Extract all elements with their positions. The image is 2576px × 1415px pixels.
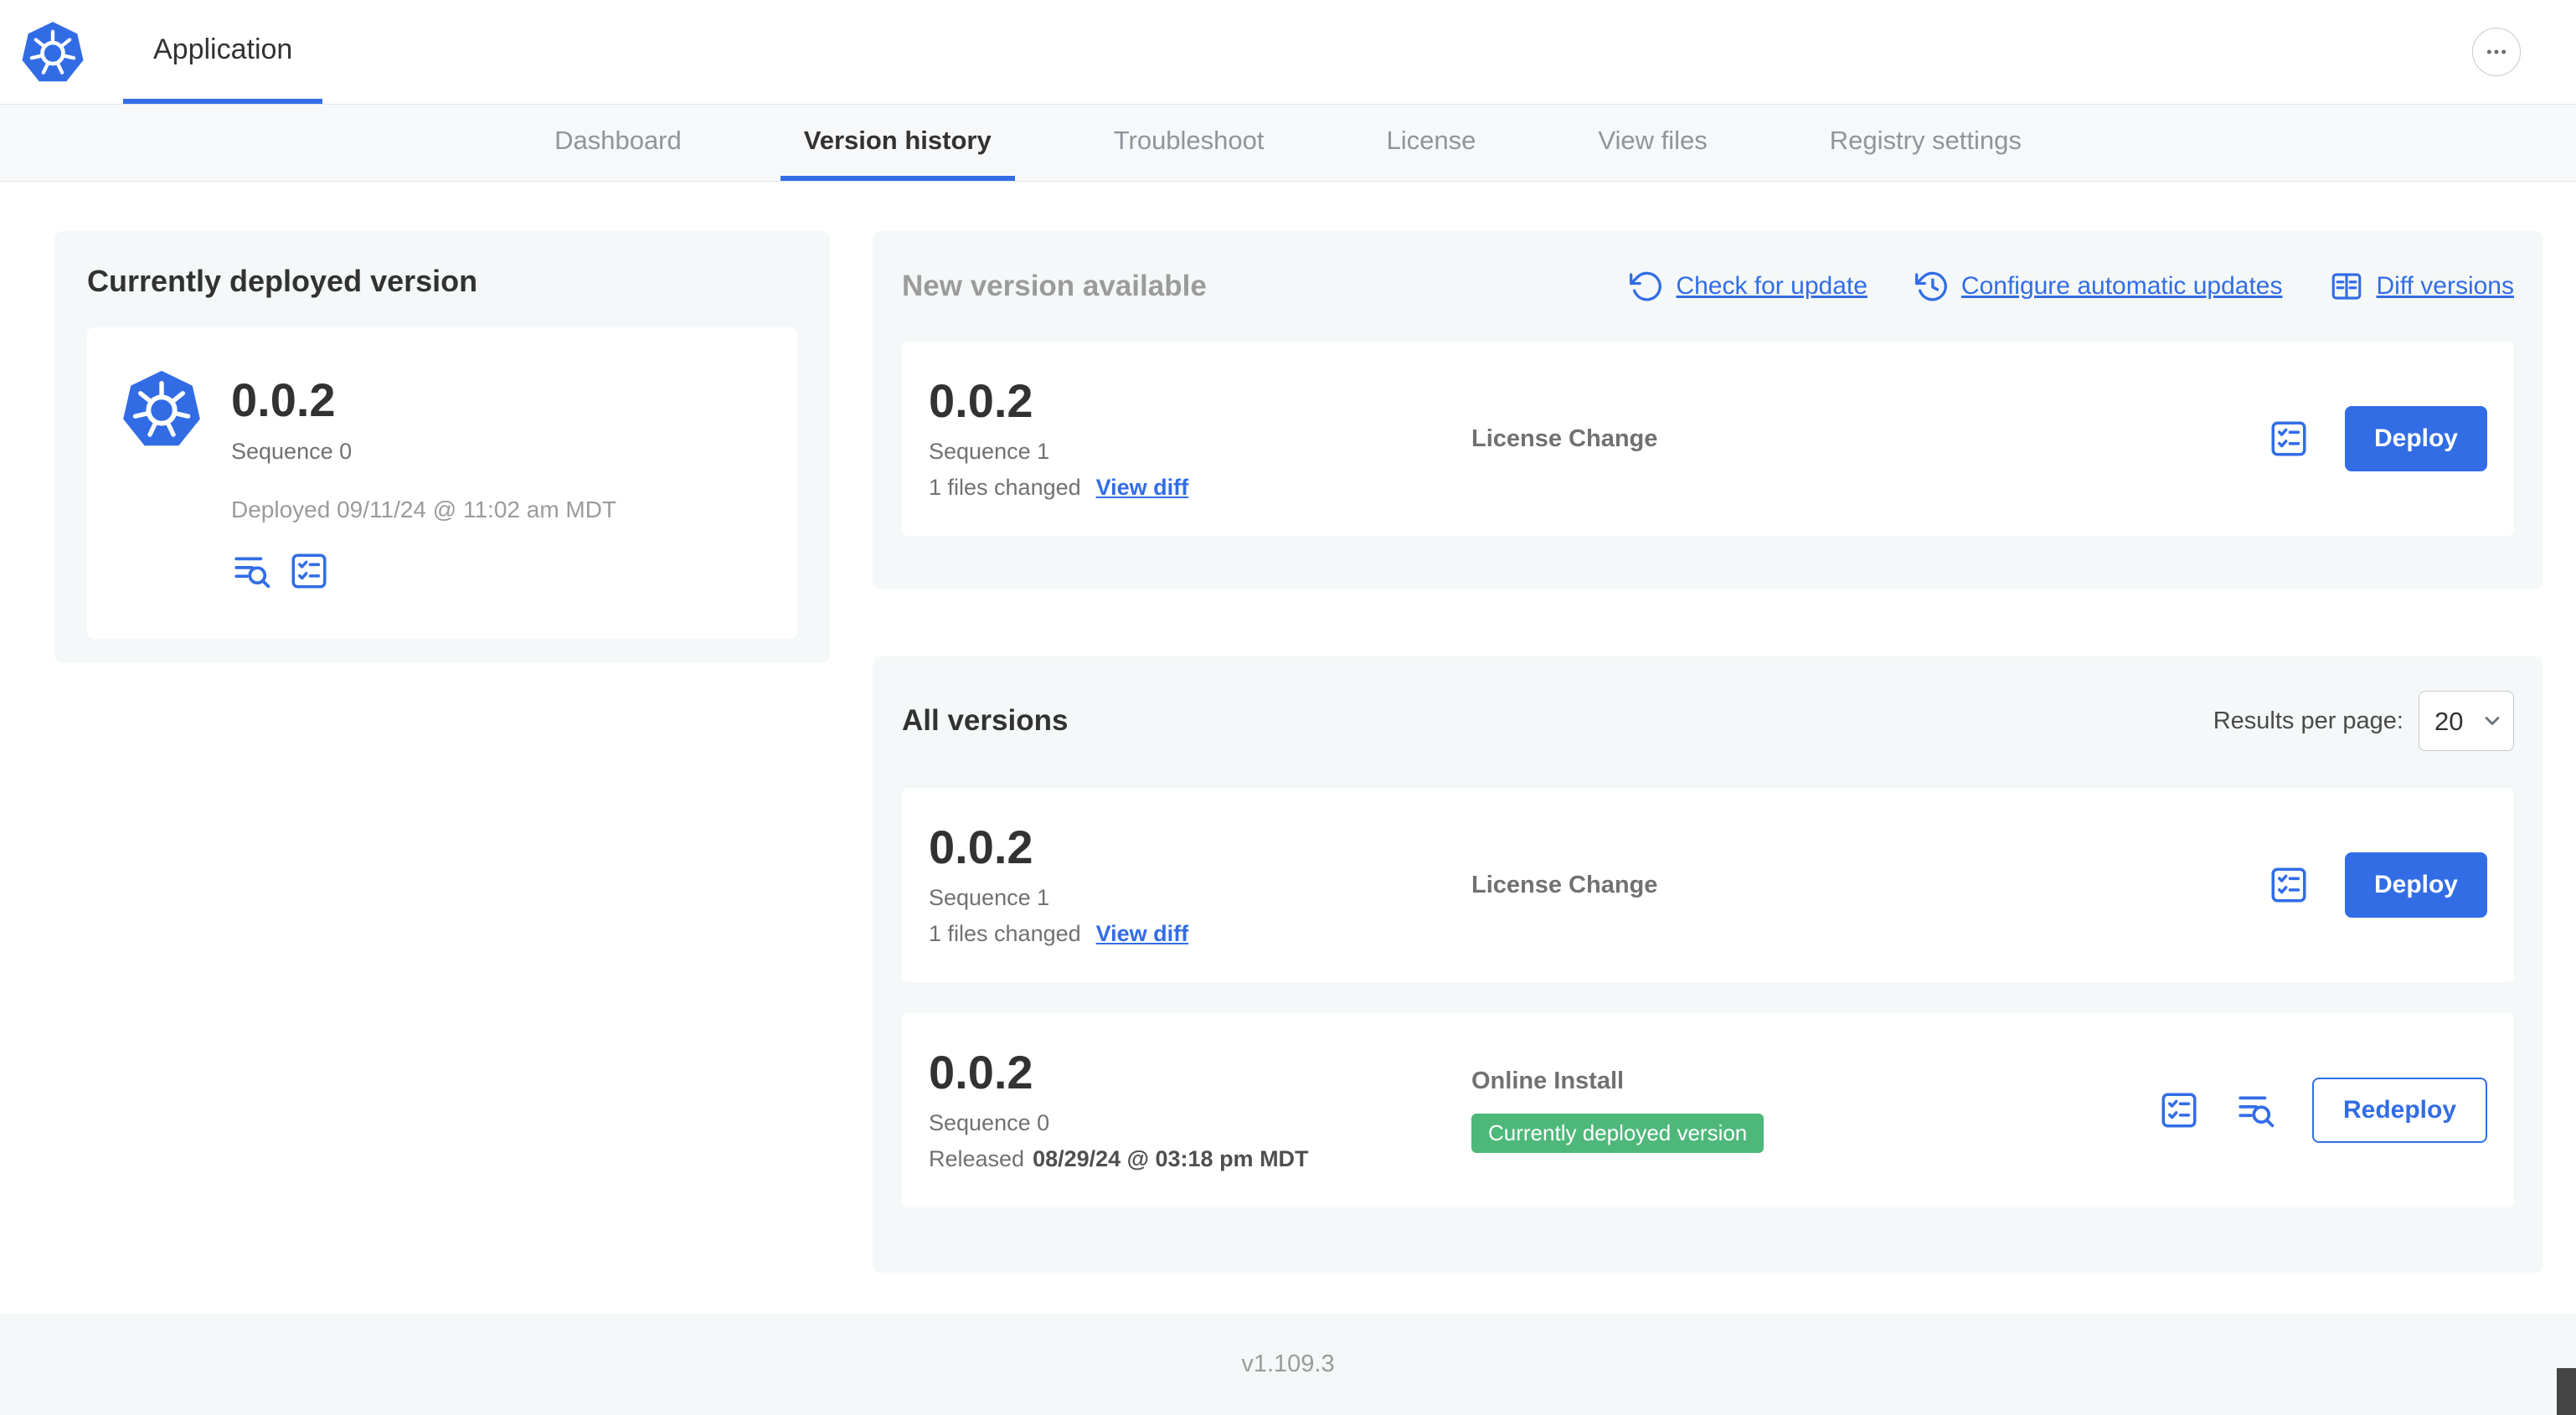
footer: v1.109.3 [0, 1314, 2576, 1415]
clock-refresh-icon [1914, 271, 1947, 301]
version-sequence: Sequence 1 [929, 885, 1050, 911]
version-number: 0.0.2 [929, 820, 1033, 873]
more-menu-button[interactable] [2472, 28, 2521, 76]
all-versions-card: All versions Results per page: 20 0.0.2 … [873, 656, 2543, 1273]
released-date: 08/29/24 @ 03:18 pm MDT [1033, 1146, 1309, 1172]
version-list: 0.0.2 Sequence 1 1 files changed View di… [902, 788, 2514, 1207]
nav-tab-version-history[interactable]: Version history [780, 105, 1015, 181]
preflight-checks-icon[interactable] [2268, 418, 2310, 460]
nav-tab-registry-settings[interactable]: Registry settings [1806, 105, 2045, 181]
version-source: License Change [1471, 425, 2268, 453]
main-content: Currently deployed version 0.0.2 Sequenc… [0, 182, 2576, 1314]
app-nav: Dashboard Version history Troubleshoot L… [0, 105, 2576, 182]
results-per-page-select[interactable]: 20 [2419, 691, 2514, 751]
files-changed-label: 1 files changed [929, 475, 1081, 501]
preflight-checks-icon[interactable] [288, 550, 330, 592]
nav-tab-troubleshoot[interactable]: Troubleshoot [1090, 105, 1288, 181]
all-versions-title: All versions [902, 704, 1069, 737]
source-label: License Change [1471, 871, 1658, 898]
refresh-icon [1630, 271, 1662, 301]
kubernetes-logo-icon [20, 19, 85, 85]
nav-tab-view-files[interactable]: View files [1574, 105, 1730, 181]
version-actions: Deploy [2268, 406, 2487, 471]
currently-deployed-badge: Currently deployed version [1471, 1114, 1765, 1153]
all-versions-header: All versions Results per page: 20 [902, 691, 2514, 751]
version-actions: Redeploy [2158, 1078, 2487, 1143]
files-changed-label: 1 files changed [929, 921, 1081, 947]
deploy-button[interactable]: Deploy [2344, 852, 2487, 918]
deployed-version-details: 0.0.2 Sequence 0 Deployed 09/11/24 @ 11:… [231, 368, 616, 599]
tab-application[interactable]: Application [123, 0, 323, 104]
app-tab-label: Application [153, 33, 293, 65]
release-notes-icon[interactable] [2235, 1089, 2277, 1131]
diff-versions-link[interactable]: Diff versions [2329, 269, 2514, 304]
version-source: License Change [1471, 872, 2268, 899]
nav-tab-license[interactable]: License [1363, 105, 1500, 181]
deployed-sequence: Sequence 0 [231, 438, 353, 464]
top-bar: Application [0, 0, 2576, 105]
preflight-checks-icon[interactable] [2158, 1089, 2200, 1131]
new-version-title: New version available [902, 270, 1207, 302]
nav-tab-dashboard[interactable]: Dashboard [531, 105, 705, 181]
version-row-sequence-1: 0.0.2 Sequence 1 1 files changed View di… [902, 788, 2514, 982]
source-label: License Change [1471, 424, 1658, 452]
redeploy-button[interactable]: Redeploy [2311, 1078, 2487, 1143]
released-label: Released [929, 1146, 1025, 1172]
diff-versions-icon [2332, 273, 2362, 300]
release-notes-icon[interactable] [231, 550, 273, 592]
version-row-sequence-0: 0.0.2 Sequence 0 Released 08/29/24 @ 03:… [902, 1013, 2514, 1207]
version-sequence: Sequence 0 [929, 1110, 1050, 1136]
results-per-page: Results per page: 20 [2213, 691, 2514, 751]
currently-deployed-card: Currently deployed version 0.0.2 Sequenc… [54, 231, 830, 663]
kubernetes-app-icon [121, 368, 203, 450]
version-sequence: Sequence 1 [929, 439, 1050, 465]
version-number: 0.0.2 [929, 1045, 1033, 1099]
version-info: 0.0.2 Sequence 1 1 files changed View di… [929, 820, 1471, 948]
new-version-card: New version available Check for update C… [873, 231, 2543, 589]
new-version-header: New version available Check for update C… [902, 269, 2514, 304]
view-diff-link[interactable]: View diff [1096, 475, 1189, 501]
update-actions: Check for update Configure automatic upd… [1629, 269, 2514, 304]
version-info: 0.0.2 Sequence 1 1 files changed View di… [929, 373, 1471, 502]
deployed-actions [231, 550, 616, 592]
deploy-button[interactable]: Deploy [2344, 406, 2487, 471]
version-source: Online Install Currently deployed versio… [1471, 1068, 2158, 1153]
version-info: 0.0.2 Sequence 0 Released 08/29/24 @ 03:… [929, 1045, 1471, 1173]
version-number: 0.0.2 [929, 373, 1033, 427]
preflight-checks-icon[interactable] [2268, 864, 2310, 906]
check-for-update-link[interactable]: Check for update [1629, 269, 1868, 304]
source-label: Online Install [1471, 1068, 1625, 1094]
scrollbar-thumb[interactable] [2557, 1368, 2576, 1415]
version-actions: Deploy [2268, 852, 2487, 918]
right-column: New version available Check for update C… [873, 231, 2543, 1273]
ellipsis-icon [2486, 49, 2506, 54]
configure-automatic-updates-link[interactable]: Configure automatic updates [1914, 269, 2282, 304]
new-version-row: 0.0.2 Sequence 1 1 files changed View di… [902, 342, 2514, 536]
console-version: v1.109.3 [1241, 1351, 1335, 1377]
results-per-page-label: Results per page: [2213, 707, 2403, 734]
deployed-version-card: 0.0.2 Sequence 0 Deployed 09/11/24 @ 11:… [87, 327, 797, 639]
deployed-version-number: 0.0.2 [231, 373, 336, 426]
view-diff-link[interactable]: View diff [1096, 921, 1189, 947]
deployed-timestamp: Deployed 09/11/24 @ 11:02 am MDT [231, 496, 617, 522]
currently-deployed-title: Currently deployed version [87, 264, 478, 298]
